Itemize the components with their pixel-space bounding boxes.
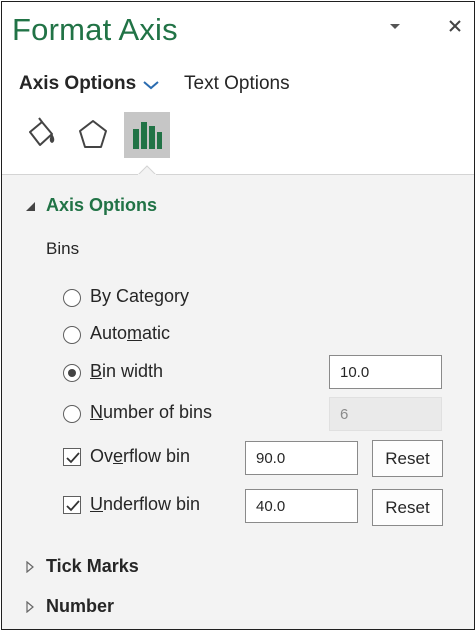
divider [2, 174, 474, 175]
by-category-radio[interactable] [63, 289, 81, 307]
collapse-triangle-icon [26, 202, 35, 211]
bin-width-radio[interactable] [63, 364, 81, 382]
chevron-down-icon[interactable] [142, 78, 160, 90]
overflow-reset-button[interactable]: Reset [372, 440, 443, 477]
format-axis-pane: Format Axis Axis Options Text Options Ax… [1, 1, 475, 630]
checkmark-icon [66, 500, 80, 512]
selected-tab-notch [138, 165, 156, 175]
number-of-bins-radio[interactable] [63, 405, 81, 423]
pane-title: Format Axis [12, 12, 178, 47]
section-title: Axis Options [46, 195, 158, 215]
by-category-label: By Category [90, 286, 190, 306]
automatic-label: Automatic [90, 323, 171, 343]
tab-axis-options[interactable]: Axis Options [19, 73, 136, 95]
overflow-bin-checkbox[interactable] [63, 448, 81, 466]
number-of-bins-label: Number of bins [90, 402, 213, 422]
close-icon[interactable] [445, 16, 465, 36]
pane-options-dropdown-icon[interactable] [390, 24, 400, 29]
bin-width-input[interactable]: 10.0 [329, 355, 442, 389]
underflow-bin-label: Underflow bin [90, 494, 201, 514]
overflow-bin-label: Overflow bin [90, 446, 191, 466]
overflow-bin-input[interactable]: 90.0 [245, 441, 358, 475]
checkmark-icon [66, 452, 80, 464]
automatic-radio-option[interactable]: Automatic [63, 323, 193, 347]
axis-options-button[interactable] [124, 112, 170, 158]
effects-button[interactable] [70, 112, 116, 158]
underflow-bin-checkbox-option[interactable]: Underflow bin [63, 494, 223, 518]
number-of-bins-input: 6 [329, 397, 442, 431]
expand-triangle-icon [26, 601, 34, 613]
by-category-radio-option[interactable]: By Category [63, 286, 203, 310]
pentagon-icon [79, 120, 107, 148]
underflow-bin-input[interactable]: 40.0 [245, 489, 358, 523]
section-title: Number [46, 596, 115, 616]
bin-width-label: Bin width [90, 361, 164, 381]
automatic-radio[interactable] [63, 326, 81, 344]
bar-chart-icon [133, 122, 162, 149]
underflow-bin-checkbox[interactable] [63, 496, 81, 514]
paint-bucket-icon [29, 117, 55, 146]
section-title: Tick Marks [46, 556, 139, 576]
fill-line-button[interactable] [18, 112, 64, 158]
bin-width-radio-option[interactable]: Bin width [63, 361, 183, 385]
number-of-bins-radio-option[interactable]: Number of bins [63, 402, 233, 426]
bins-label: Bins [46, 239, 80, 258]
underflow-reset-button[interactable]: Reset [372, 489, 443, 526]
expand-triangle-icon [26, 561, 34, 573]
tab-text-options[interactable]: Text Options [184, 73, 290, 95]
overflow-bin-checkbox-option[interactable]: Overflow bin [63, 446, 213, 470]
